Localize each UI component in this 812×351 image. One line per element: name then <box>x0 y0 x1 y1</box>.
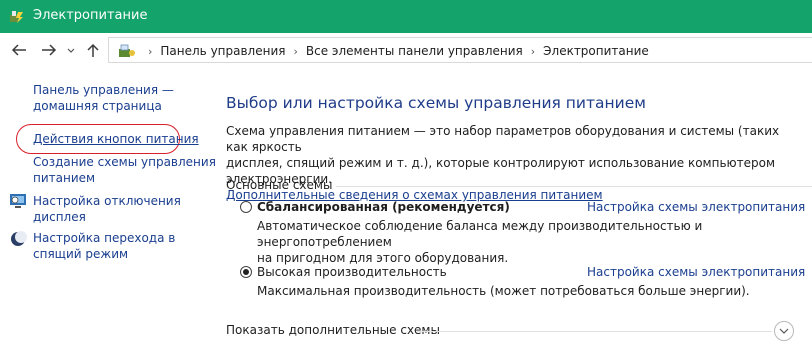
plan-radio-balanced[interactable] <box>240 201 252 213</box>
plan-name[interactable]: Высокая производительность <box>257 265 447 279</box>
breadcrumb-control-panel[interactable]: Панель управления <box>160 44 285 58</box>
moon-icon <box>11 231 27 246</box>
plan-description: Автоматическое соблюдение баланса между … <box>257 218 797 266</box>
plan-settings-link[interactable]: Настройка схемы электропитания <box>587 200 805 214</box>
back-arrow-icon[interactable] <box>10 42 28 58</box>
breadcrumb-separator: › <box>148 44 153 58</box>
sidebar-item-power-buttons[interactable]: Действия кнопок питания <box>33 131 199 147</box>
sidebar-item-create-plan-line1[interactable]: Создание схемы управления <box>33 154 216 170</box>
expand-button[interactable] <box>774 321 794 341</box>
sidebar-item-home-line1[interactable]: Панель управления — <box>33 82 174 98</box>
sidebar: Панель управления — домашняя страница Де… <box>0 67 216 351</box>
up-arrow-icon[interactable] <box>84 42 102 58</box>
address-bar: › Панель управления › Все элементы панел… <box>0 33 812 67</box>
title-bar: Электропитание <box>0 0 812 33</box>
plan-description-line: Автоматическое соблюдение баланса между … <box>257 219 703 249</box>
page-title: Выбор или настройка схемы управления пит… <box>226 94 646 112</box>
breadcrumb-separator: › <box>530 44 536 58</box>
sidebar-item-display-off-line2[interactable]: дисплея <box>33 209 86 225</box>
chevron-down-icon[interactable] <box>65 42 77 58</box>
show-more-plans-label[interactable]: Показать дополнительные схемы <box>226 323 440 337</box>
plan-description: Максимальная производительность (может п… <box>257 283 797 299</box>
sidebar-item-sleep-line1[interactable]: Настройка перехода в <box>33 230 175 246</box>
plan-name[interactable]: Сбалансированная (рекомендуется) <box>257 200 510 214</box>
plan-description-line: Максимальная производительность (может п… <box>257 284 750 298</box>
breadcrumb-power-options[interactable]: Электропитание <box>543 44 649 58</box>
forward-arrow-icon[interactable] <box>40 42 58 58</box>
sidebar-item-create-plan-line2[interactable]: питанием <box>33 170 95 186</box>
group-label: Основные схемы <box>226 178 333 192</box>
sidebar-item-home-line2[interactable]: домашняя страница <box>33 98 162 114</box>
power-options-icon <box>10 11 23 23</box>
sidebar-item-display-off-line1[interactable]: Настройка отключения <box>33 193 181 209</box>
divider <box>336 186 812 187</box>
breadcrumb-separator: › <box>293 44 298 58</box>
control-panel-icon <box>119 44 135 57</box>
window-title: Электропитание <box>33 8 148 23</box>
breadcrumb[interactable]: › Панель управления › Все элементы панел… <box>108 37 812 63</box>
sidebar-item-sleep-line2[interactable]: спящий режим <box>33 246 128 262</box>
main-content: Выбор или настройка схемы управления пит… <box>226 67 812 351</box>
description-line: Схема управления питанием — это набор па… <box>226 124 780 154</box>
divider <box>417 331 772 332</box>
display-icon <box>10 194 26 208</box>
breadcrumb-all-items[interactable]: Все элементы панели управления <box>306 44 523 58</box>
chevron-down-icon <box>779 328 789 334</box>
plan-settings-link[interactable]: Настройка схемы электропитания <box>587 265 805 279</box>
plan-radio-high-performance[interactable] <box>240 266 252 278</box>
plan-description-line: на пригодном для этого оборудования. <box>257 251 509 265</box>
